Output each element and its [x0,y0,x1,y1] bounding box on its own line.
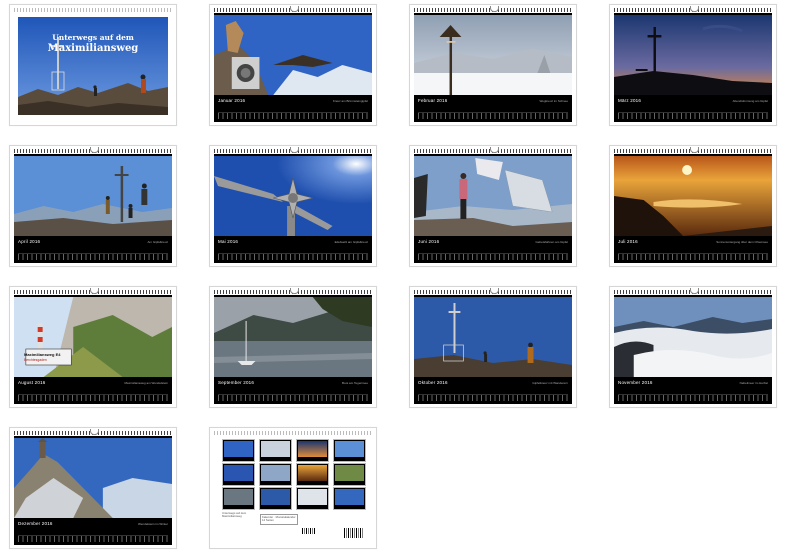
day-grid [218,112,368,119]
month-sheet: November 2016 Nebelmeer im Herbst [614,295,772,404]
day-grid [418,253,568,260]
spiral-binding [14,8,172,12]
day-grid [618,112,768,119]
trail-sign-line2: Berchtesgaden [24,358,47,362]
month-photo [14,156,172,236]
day-grid [18,535,168,542]
thumbnail [222,487,255,510]
calendar-month-card[interactable]: Januar 2016 Kreuz am Brünnsteingipfel [209,4,377,126]
photo-credit: Gebetsfahnen am Gipfel [535,240,568,244]
day-grid [418,394,568,401]
thumbnail [259,439,292,462]
month-sheet: März 2016 Abendstimmung am Gipfel [614,13,772,122]
month-sheet: Februar 2016 Wegkreuz im Schnee [414,13,572,122]
photo-credit: Boot am Tegernsee [342,381,368,385]
month-photo [214,15,372,95]
trail-sign-line1: Maximiliansweg E4 [24,352,61,357]
photo-credit: Edelweiß am Gipfelkreuz [334,240,368,244]
calendar-month-card[interactable]: November 2016 Nebelmeer im Herbst [609,286,777,408]
photo-credit: Maximiliansweg am Wendelstein [124,381,168,385]
month-photo [614,156,772,236]
thumbnail [333,439,366,462]
month-sheet: Maximiliansweg E4 Berchtesgaden August 2… [14,295,172,404]
photo-credit: Nebelmeer im Herbst [739,381,768,385]
back-info: Kalender · Monatskalender 14 Seiten [260,514,298,525]
day-grid [218,394,368,401]
month-sheet: Oktober 2016 Gipfelkreuz mit Wanderern [414,295,572,404]
month-label: August 2016 [18,380,46,385]
calendar-cover-card[interactable]: Unterwegs auf dem Maximiliansweg [9,4,177,126]
calendar-month-card[interactable]: Maximiliansweg E4 Berchtesgaden August 2… [9,286,177,408]
cover-title-line2: Maximiliansweg [47,43,139,54]
calendar-month-card[interactable]: März 2016 Abendstimmung am Gipfel [609,4,777,126]
month-label: Juni 2016 [418,239,440,244]
month-label: Mai 2016 [218,239,239,244]
calendar-month-card[interactable]: September 2016 Boot am Tegernsee [209,286,377,408]
month-label: Februar 2016 [418,98,448,103]
month-sheet: Juni 2016 Gebetsfahnen am Gipfel [414,154,572,263]
day-grid [18,394,168,401]
cover-title-line1: Unterwegs auf dem [52,33,134,42]
thumbnail [222,439,255,462]
month-photo [214,156,372,236]
calendar-month-card[interactable]: Februar 2016 Wegkreuz im Schnee [409,4,577,126]
month-label: April 2016 [18,239,41,244]
month-photo [614,15,772,95]
month-label: Juli 2016 [618,239,638,244]
month-photo: Maximiliansweg E4 Berchtesgaden [14,297,172,377]
month-label: Januar 2016 [218,98,246,103]
thumbnail [333,487,366,510]
calendar-back-cover-card[interactable]: Unterwegs auf dem Maximiliansweg Kalende… [209,427,377,549]
month-sheet: Januar 2016 Kreuz am Brünnsteingipfel [214,13,372,122]
calendar-month-card[interactable]: Oktober 2016 Gipfelkreuz mit Wanderern [409,286,577,408]
month-label: November 2016 [618,380,653,385]
month-photo [414,156,572,236]
month-label: Oktober 2016 [418,380,448,385]
barcode [344,528,364,538]
month-photo [214,297,372,377]
thumbnail [259,487,292,510]
calendar-month-card[interactable]: Juni 2016 Gebetsfahnen am Gipfel [409,145,577,267]
calendar-month-card[interactable]: April 2016 Am Gipfelkreuz [9,145,177,267]
day-grid [18,253,168,260]
month-label: März 2016 [618,98,642,103]
month-label: September 2016 [218,380,255,385]
calendar-month-card[interactable]: Mai 2016 Edelweiß am Gipfelkreuz [209,145,377,267]
day-grid [218,253,368,260]
day-grid [618,253,768,260]
photo-credit: Wendelstein im Winter [138,522,168,526]
photo-credit: Sonnenuntergang über dem Chiemsee [716,240,768,244]
thumbnail [296,463,329,486]
thumbnail [296,439,329,462]
back-sheet: Unterwegs auf dem Maximiliansweg Kalende… [214,436,372,545]
photo-credit: Kreuz am Brünnsteingipfel [332,99,368,103]
day-grid [618,394,768,401]
month-sheet: Juli 2016 Sonnenuntergang über dem Chiem… [614,154,772,263]
photo-credit: Wegkreuz im Schnee [539,99,568,103]
thumbnail [259,463,292,486]
month-photo [414,297,572,377]
thumbnail [222,463,255,486]
month-photo [614,297,772,377]
month-label: Dezember 2016 [18,521,53,526]
spiral-binding [214,431,372,435]
month-sheet: Mai 2016 Edelweiß am Gipfelkreuz [214,154,372,263]
calendar-month-card[interactable]: Dezember 2016 Wendelstein im Winter [9,427,177,549]
photo-credit: Abendstimmung am Gipfel [732,99,768,103]
day-grid [418,112,568,119]
thumbnail [333,463,366,486]
cover-photo: Unterwegs auf dem Maximiliansweg [18,17,168,115]
month-photo [14,438,172,518]
photo-credit: Gipfelkreuz mit Wanderern [532,381,568,385]
month-sheet: Dezember 2016 Wendelstein im Winter [14,436,172,545]
month-sheet: September 2016 Boot am Tegernsee [214,295,372,404]
photo-credit: Am Gipfelkreuz [147,240,168,244]
barcode [302,528,316,534]
calendar-month-card[interactable]: Juli 2016 Sonnenuntergang über dem Chiem… [609,145,777,267]
thumbnail [296,487,329,510]
back-caption: Unterwegs auf dem Maximiliansweg [222,511,247,519]
month-photo [414,15,572,95]
month-sheet: April 2016 Am Gipfelkreuz [14,154,172,263]
